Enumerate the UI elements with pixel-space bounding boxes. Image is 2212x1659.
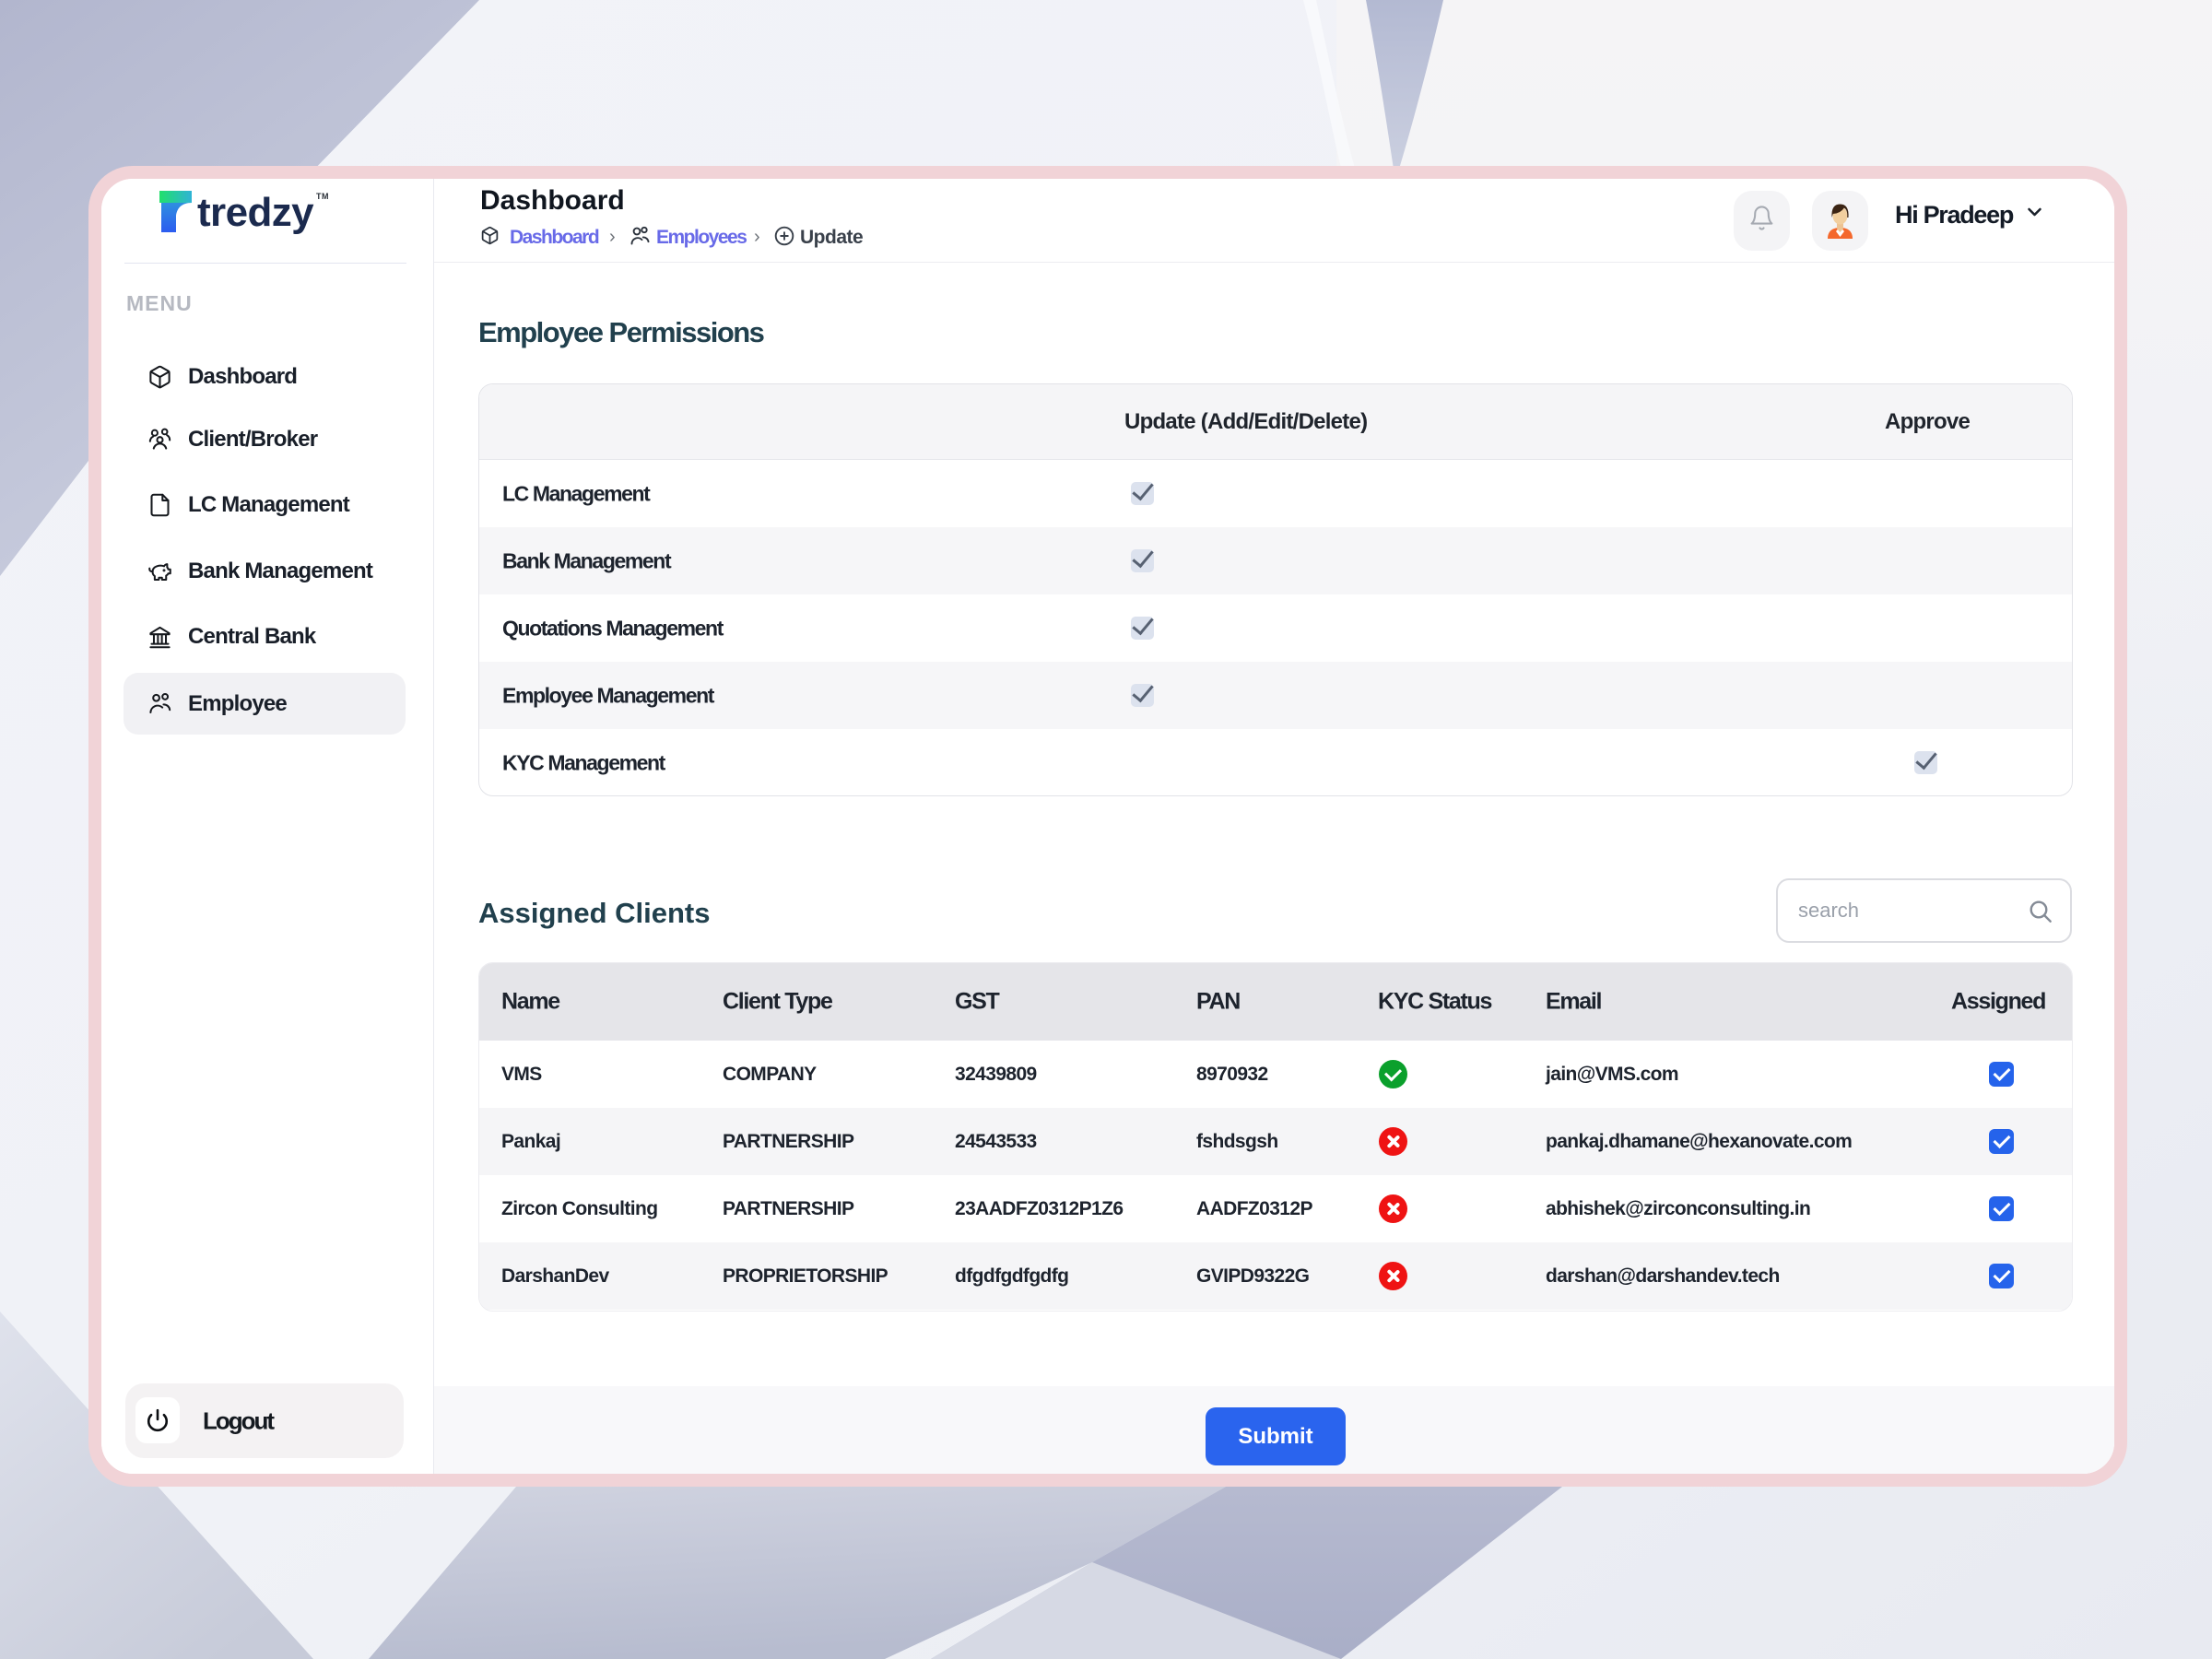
svg-text:tredzy: tredzy (197, 190, 314, 235)
svg-text:TM: TM (316, 192, 329, 201)
